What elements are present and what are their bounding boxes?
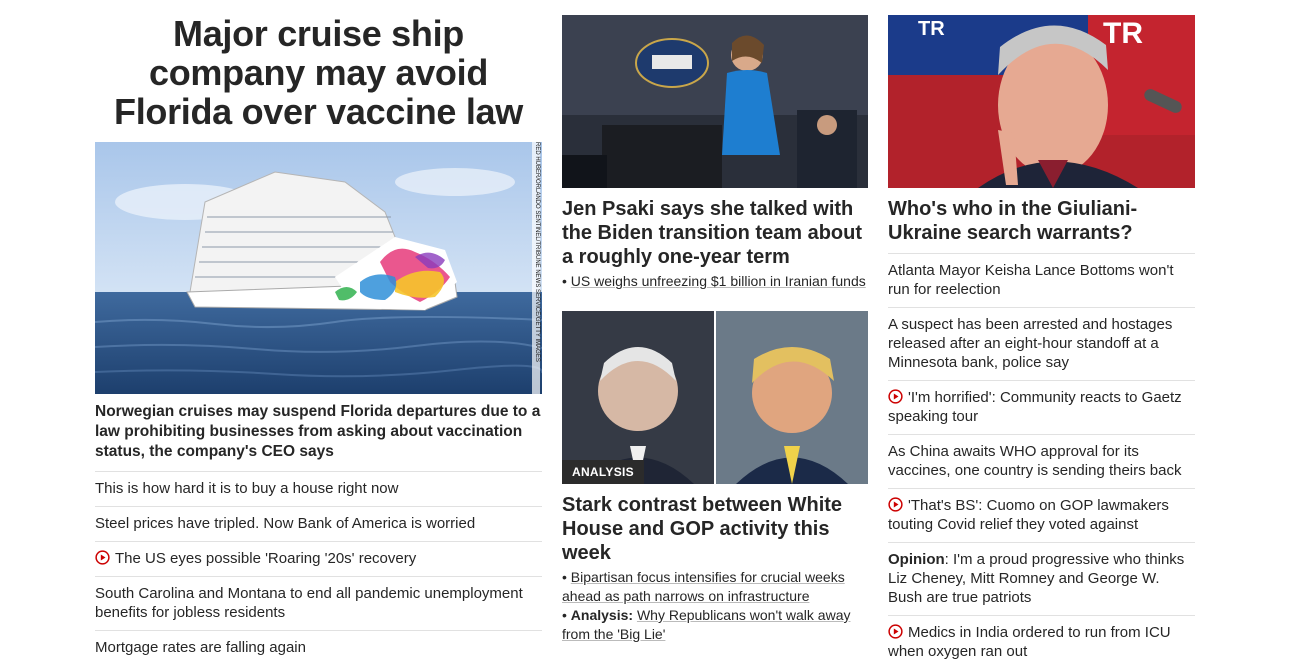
story-list-item[interactable]: Medics in India ordered to run from ICU … xyxy=(888,616,1195,669)
psaki-image[interactable] xyxy=(562,15,868,188)
story-list-item[interactable]: The US eyes possible 'Roaring '20s' reco… xyxy=(95,542,542,577)
story-link-text[interactable]: Mortgage rates are falling again xyxy=(95,639,306,656)
analysis-badge: ANALYSIS xyxy=(562,460,644,484)
story-link-text[interactable]: 'That's BS': Cuomo on GOP lawmakers tout… xyxy=(888,497,1169,533)
story-link-text[interactable]: Steel prices have tripled. Now Bank of A… xyxy=(95,515,475,532)
story-list-item[interactable]: As China awaits WHO approval for its vac… xyxy=(888,435,1195,489)
story-list-item[interactable]: Mortgage rates are falling again xyxy=(95,631,542,665)
giuliani-headline[interactable]: Who's who in the Giuliani-Ukraine search… xyxy=(888,197,1195,254)
lead-description[interactable]: Norwegian cruises may suspend Florida de… xyxy=(95,402,542,472)
svg-text:TR: TR xyxy=(918,18,945,40)
story-list-item[interactable]: This is how hard it is to buy a house ri… xyxy=(95,472,542,507)
biden-trump-image[interactable]: ANALYSIS xyxy=(562,311,868,484)
story-link-text[interactable]: Atlanta Mayor Keisha Lance Bottoms won't… xyxy=(888,262,1174,298)
svg-text:TR: TR xyxy=(1103,17,1143,50)
story-link-text[interactable]: This is how hard it is to buy a house ri… xyxy=(95,480,399,497)
gop-contrast-headline[interactable]: Stark contrast between White House and G… xyxy=(562,493,868,565)
video-play-icon xyxy=(888,497,903,512)
infrastructure-link[interactable]: Bipartisan focus intensifies for crucial… xyxy=(562,569,845,604)
story-link-text[interactable]: A suspect has been arrested and hostages… xyxy=(888,316,1172,371)
cruise-ship-image[interactable]: RED HUBER/ORLANDO SENTINEL/TRIBUNE NEWS … xyxy=(95,142,542,394)
psaki-headline[interactable]: Jen Psaki says she talked with the Biden… xyxy=(562,197,868,269)
story-list-item[interactable]: South Carolina and Montana to end all pa… xyxy=(95,577,542,631)
opinion-label: Opinion xyxy=(888,551,945,568)
story-list-item[interactable]: A suspect has been arrested and hostages… xyxy=(888,308,1195,381)
video-play-icon xyxy=(888,624,903,639)
story-link-text[interactable]: South Carolina and Montana to end all pa… xyxy=(95,585,523,621)
infrastructure-related-link[interactable]: • Bipartisan focus intensifies for cruci… xyxy=(562,568,868,606)
story-list-item[interactable]: 'That's BS': Cuomo on GOP lawmakers tout… xyxy=(888,489,1195,543)
lead-headline[interactable]: Major cruise ship company may avoid Flor… xyxy=(95,14,542,142)
video-play-icon xyxy=(888,389,903,404)
story-list-item[interactable]: Atlanta Mayor Keisha Lance Bottoms won't… xyxy=(888,254,1195,308)
image-credit: RED HUBER/ORLANDO SENTINEL/TRIBUNE NEWS … xyxy=(532,142,540,394)
story-list-item[interactable]: 'I'm horrified': Community reacts to Gae… xyxy=(888,381,1195,435)
right-story-list: Atlanta Mayor Keisha Lance Bottoms won't… xyxy=(888,254,1195,669)
lead-story-list: This is how hard it is to buy a house ri… xyxy=(95,472,542,665)
story-link-text[interactable]: 'I'm horrified': Community reacts to Gae… xyxy=(888,389,1182,425)
lead-story-column: Major cruise ship company may avoid Flor… xyxy=(95,0,542,665)
story-list-item[interactable]: Steel prices have tripled. Now Bank of A… xyxy=(95,507,542,542)
story-list-item[interactable]: Opinion: I'm a proud progressive who thi… xyxy=(888,543,1195,616)
right-column: TR TR Who's who in the Giuliani-Ukraine … xyxy=(888,0,1195,669)
story-link-text[interactable]: As China awaits WHO approval for its vac… xyxy=(888,443,1182,479)
psaki-related-link[interactable]: • US weighs unfreezing $1 billion in Ira… xyxy=(562,272,868,291)
story-link-text[interactable]: The US eyes possible 'Roaring '20s' reco… xyxy=(115,550,416,567)
iran-funds-link[interactable]: US weighs unfreezing $1 billion in Irani… xyxy=(571,273,866,289)
big-lie-related-link[interactable]: • Analysis: Why Republicans won't walk a… xyxy=(562,606,868,644)
giuliani-image[interactable]: TR TR xyxy=(888,15,1195,188)
video-play-icon xyxy=(95,550,110,565)
middle-column: Jen Psaki says she talked with the Biden… xyxy=(562,0,868,644)
story-link-text[interactable]: Medics in India ordered to run from ICU … xyxy=(888,624,1171,660)
analysis-label: Analysis: xyxy=(570,607,634,623)
